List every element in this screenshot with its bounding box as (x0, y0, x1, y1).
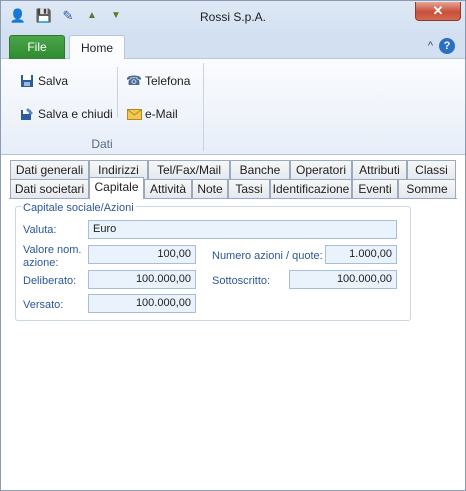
close-button[interactable]: ✕ (415, 2, 461, 21)
tab-note[interactable]: Note (192, 179, 228, 198)
title-bar: 👤 💾 ✎ ▲ ▼ Rossi S.p.A. ✕ (1, 1, 465, 34)
valore-nom-label-line1: Valore nom. (23, 244, 82, 256)
numero-azioni-label: Numero azioni / quote: (212, 250, 323, 262)
ribbon-separator (117, 67, 118, 117)
tab-tel-fax-mail[interactable]: Tel/Fax/Mail (148, 160, 230, 179)
ribbon: Salva Salva e chiudi ☎ Telefona e-Mail D… (1, 59, 465, 155)
save-button[interactable]: Salva (17, 71, 70, 91)
tab-capitale[interactable]: Capitale (89, 177, 144, 199)
phone-button-label: Telefona (145, 74, 191, 88)
valore-nominale-field[interactable]: 100,00 (88, 245, 196, 264)
tab-operatori[interactable]: Operatori (290, 160, 352, 179)
ribbon-group-label: Dati (91, 137, 113, 151)
tab-tassi[interactable]: Tassi (228, 179, 270, 198)
tab-dati-societari[interactable]: Dati societari (10, 179, 89, 198)
tab-dati-generali[interactable]: Dati generali (10, 160, 89, 179)
file-tab[interactable]: File (9, 35, 65, 59)
tab-somme[interactable]: Somme (398, 179, 456, 198)
groupbox-title: Capitale sociale/Azioni (21, 202, 136, 214)
tab-banche[interactable]: Banche (230, 160, 290, 179)
sottoscritto-label: Sottoscritto: (212, 275, 271, 287)
window-title: Rossi S.p.A. (199, 10, 267, 24)
ribbon-tab-row: File Home ^ ? (1, 34, 465, 60)
envelope-icon (126, 106, 142, 122)
deliberato-label: Deliberato: (23, 275, 77, 287)
home-tab[interactable]: Home (69, 35, 125, 60)
save-and-close-label: Salva e chiudi (38, 107, 113, 121)
valuta-label: Valuta: (23, 224, 57, 236)
versato-field[interactable]: 100.000,00 (88, 294, 196, 313)
versato-label: Versato: (23, 299, 64, 311)
tab-eventi[interactable]: Eventi (352, 179, 398, 198)
minimize-ribbon-icon[interactable]: ^ (428, 40, 433, 52)
sottoscritto-field[interactable]: 100.000,00 (289, 270, 397, 289)
app-window: 👤 💾 ✎ ▲ ▼ Rossi S.p.A. ✕ File Home ^ ? S… (0, 0, 466, 491)
tab-attributi[interactable]: Attributi (352, 160, 407, 179)
email-button[interactable]: e-Mail (124, 104, 180, 124)
save-and-close-button[interactable]: Salva e chiudi (17, 104, 115, 124)
main-content: Dati generali Indirizzi Tel/Fax/Mail Ban… (1, 156, 465, 490)
tab-classi[interactable]: Classi (407, 160, 456, 179)
deliberato-field[interactable]: 100.000,00 (88, 270, 196, 289)
save-button-label: Salva (38, 74, 69, 88)
valore-nom-label-line2: azione: (23, 257, 59, 269)
numero-azioni-field[interactable]: 1.000,00 (325, 245, 397, 264)
phone-button[interactable]: ☎ Telefona (124, 71, 192, 91)
save-close-icon (19, 106, 35, 122)
email-button-label: e-Mail (145, 107, 178, 121)
ribbon-group-separator (203, 63, 204, 151)
valuta-field[interactable]: Euro (88, 220, 397, 239)
tab-attivita[interactable]: Attività (144, 179, 192, 198)
tab-baseline (9, 198, 457, 199)
save-icon (19, 73, 35, 89)
tab-identificazione[interactable]: Identificazione (270, 179, 352, 198)
phone-icon: ☎ (125, 73, 143, 88)
help-icon[interactable]: ? (439, 38, 455, 54)
